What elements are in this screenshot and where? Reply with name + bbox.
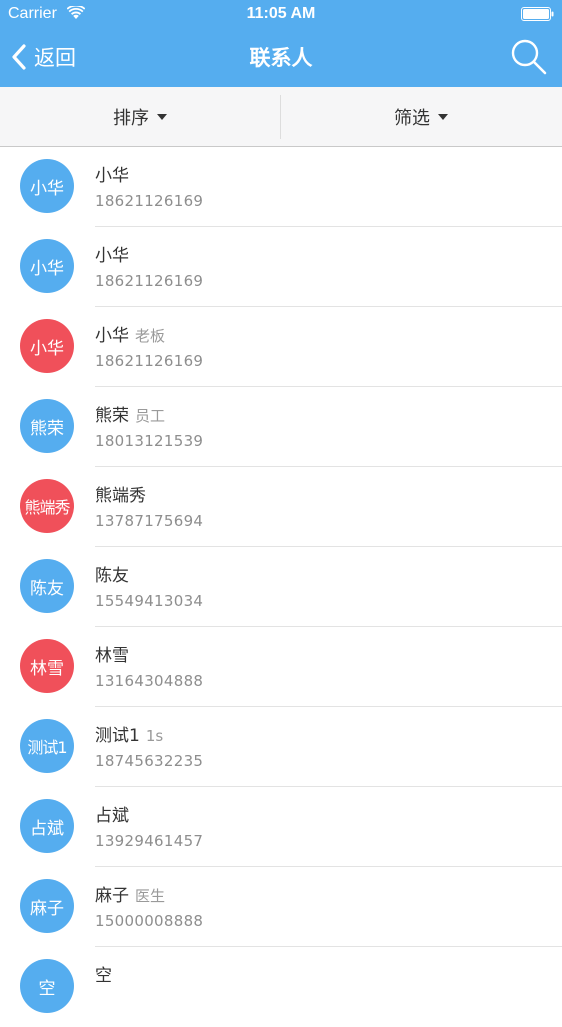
contact-phone: 18621126169 [95,272,204,290]
contact-phone: 18621126169 [95,352,204,370]
filter-label: 筛选 [394,107,430,129]
back-button[interactable]: 返回 [10,40,76,74]
nav-bar: 返回 联系人 [0,28,562,87]
contact-name: 空 [95,966,112,986]
contact-name-line: 麻子 医生 [95,881,165,906]
contact-tag: 1s [145,727,164,745]
contact-name: 陈友 [95,566,129,586]
avatar: 小华 [20,239,74,293]
contact-name-line: 熊端秀 [95,481,152,506]
contact-name-line: 小华 [95,241,135,266]
avatar: 小华 [20,319,74,373]
avatar: 麻子 [20,879,74,933]
contact-phone: 13787175694 [95,512,204,530]
contact-row[interactable]: 测试1 测试1 1s 18745632235 [0,707,562,787]
contact-phone: 13164304888 [95,672,204,690]
avatar: 陈友 [20,559,74,613]
contact-name-line: 林雪 [95,641,135,666]
page-title: 联系人 [249,46,313,70]
contact-name-line: 测试1 1s [95,721,163,746]
contact-name-line: 熊荣 员工 [95,401,165,426]
avatar: 空 [20,959,74,1013]
chevron-left-icon [12,44,26,70]
contact-name-line: 小华 [95,161,135,186]
avatar: 占斌 [20,799,74,853]
filter-bar: 排序 筛选 [0,87,562,147]
contact-row[interactable]: 小华 小华 18621126169 [0,147,562,227]
contact-name: 麻子 [95,886,129,906]
avatar: 小华 [20,159,74,213]
contact-name: 占斌 [95,806,129,826]
contact-row[interactable]: 熊端秀 熊端秀 13787175694 [0,467,562,547]
avatar: 林雪 [20,639,74,693]
sort-label: 排序 [113,107,149,129]
avatar: 熊端秀 [20,479,74,533]
contact-name: 熊端秀 [95,486,146,506]
contact-phone: 13929461457 [95,832,204,850]
sort-dropdown[interactable]: 排序 [0,87,280,146]
battery-icon [521,7,554,21]
contact-phone: 15000008888 [95,912,204,930]
contact-tag: 员工 [135,407,166,425]
contact-row[interactable]: 陈友 陈友 15549413034 [0,547,562,627]
contact-tag: 老板 [135,327,166,345]
contact-name: 小华 [95,166,129,186]
contact-name: 熊荣 [95,406,129,426]
contact-list: 小华 小华 18621126169 小华 小华 18621126169 小华 小… [0,147,562,1027]
contact-row[interactable]: 熊荣 熊荣 员工 18013121539 [0,387,562,467]
header: Carrier 11:05 AM 返回 联系人 [0,0,562,87]
contact-name: 小华 [95,326,129,346]
contact-name-line: 空 [95,961,118,986]
status-bar: Carrier 11:05 AM [0,0,562,28]
contact-name-line: 小华 老板 [95,321,165,346]
contact-tag: 医生 [135,887,166,905]
contact-phone: 18745632235 [95,752,204,770]
avatar: 熊荣 [20,399,74,453]
status-time: 11:05 AM [246,5,316,22]
contact-name: 测试1 [95,726,140,746]
contact-row[interactable]: 空 空 [0,947,562,1027]
contact-name: 小华 [95,246,129,266]
filter-dropdown[interactable]: 筛选 [281,87,561,146]
contact-row[interactable]: 占斌 占斌 13929461457 [0,787,562,867]
contact-row[interactable]: 麻子 麻子 医生 15000008888 [0,867,562,947]
contact-name-line: 占斌 [95,801,135,826]
caret-down-icon [157,113,167,120]
contact-phone: 18013121539 [95,432,204,450]
contact-name-line: 陈友 [95,561,135,586]
caret-down-icon [438,113,448,120]
avatar: 测试1 [20,719,74,773]
contact-row[interactable]: 小华 小华 18621126169 [0,227,562,307]
contact-phone: 15549413034 [95,592,204,610]
contact-row[interactable]: 林雪 林雪 13164304888 [0,627,562,707]
back-label: 返回 [34,46,76,70]
contact-name: 林雪 [95,646,129,666]
contact-row[interactable]: 小华 小华 老板 18621126169 [0,307,562,387]
contact-phone: 18621126169 [95,192,204,210]
search-icon[interactable] [510,38,548,76]
